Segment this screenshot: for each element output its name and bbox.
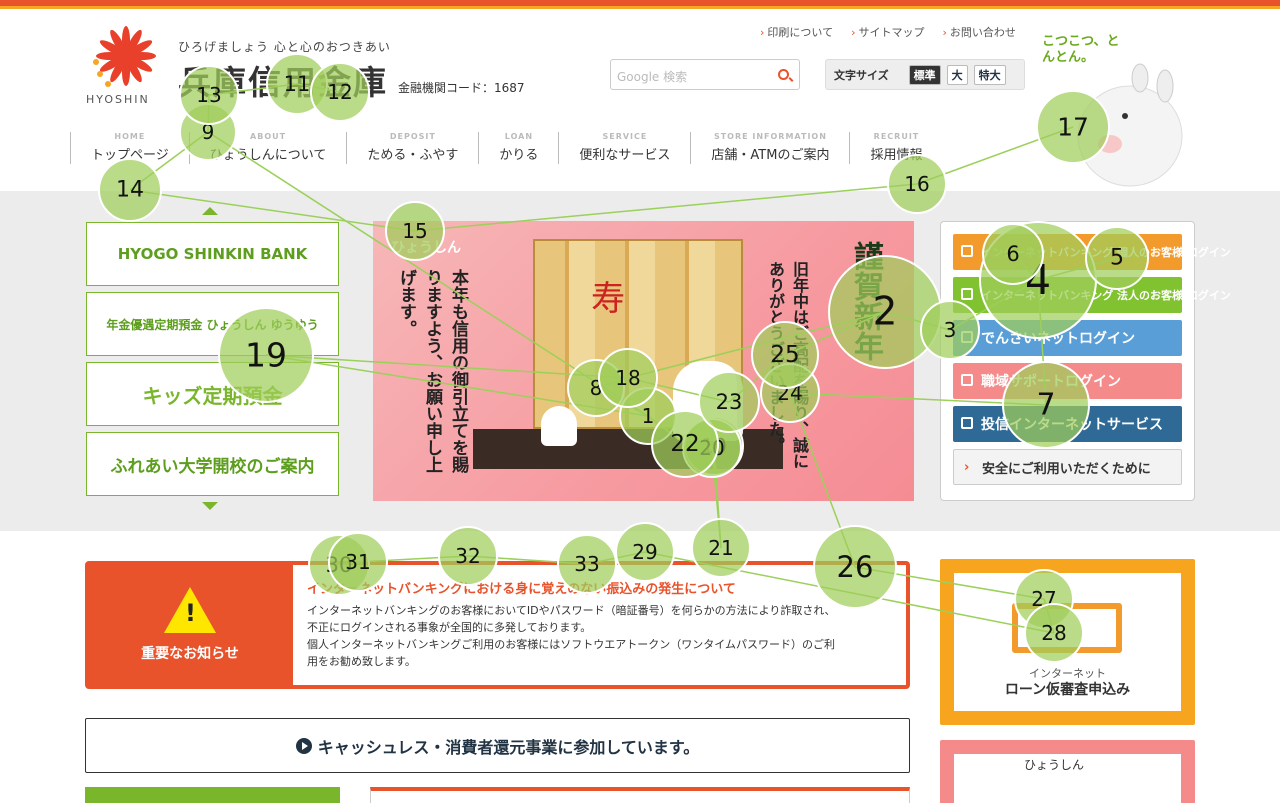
print-link[interactable]: › 印刷について bbox=[760, 24, 833, 40]
banner-fureai-university[interactable]: ふれあい大学開校のご案内 bbox=[86, 432, 339, 496]
piggy-bank-mascot bbox=[1077, 63, 1183, 187]
banner-hyogo-shinkin-bank[interactable]: HYOGO SHINKIN BANK bbox=[86, 222, 339, 286]
notice-text-3: 個人インターネットバンキングご利用のお客様にはソフトウエアトークン（ワンタイムパ… bbox=[307, 638, 835, 651]
mouse-figurine-small bbox=[541, 406, 577, 446]
font-size-large-button[interactable]: 大 bbox=[946, 64, 968, 85]
hero-brand-tag: ひょうしん bbox=[391, 240, 461, 256]
marker-label: 21 bbox=[708, 536, 733, 560]
important-notice: ! 重要なお知らせ インターネットバンキングにおける身に覚えのない振込みの発生に… bbox=[85, 561, 910, 689]
nav-store-info[interactable]: STORE INFORMATION 店舗・ATMのご案内 bbox=[690, 132, 849, 164]
bank-name-logotype[interactable]: 兵庫信用金庫 bbox=[178, 56, 388, 104]
top-accent-bar bbox=[0, 0, 1280, 9]
nav-deposit[interactable]: DEPOSIT ためる・ふやす bbox=[346, 132, 478, 164]
cashless-campaign-link[interactable]: キャッシュレス・消費者還元事業に参加しています。 bbox=[85, 718, 910, 773]
lock-icon bbox=[961, 374, 973, 386]
hero-kanji: 寿 bbox=[591, 279, 625, 319]
font-size-label: 文字サイズ bbox=[834, 68, 889, 82]
hero-new-year-image[interactable]: 寿 ひょうしん 本年も信用の御引立てを賜りますよう、お願い申し上げます。 旧年中… bbox=[373, 221, 914, 501]
densai-net-login-button[interactable]: でんさいネットログイン bbox=[953, 320, 1182, 356]
brand-latin-name: HYOSHIN bbox=[86, 93, 150, 106]
hero-greeting: 謹賀新年 bbox=[848, 241, 883, 361]
nav-service[interactable]: SERVICE 便利なサービス bbox=[558, 132, 690, 164]
notice-headline-link[interactable]: インターネットバンキングにおける身に覚えのない振込みの発生について bbox=[307, 581, 892, 598]
contact-link[interactable]: › お問い合わせ bbox=[942, 24, 1015, 40]
notice-text-1: インターネットバンキングのお客様においてIDやパスワード（暗証番号）を何らかの方… bbox=[307, 604, 836, 617]
mouse-figurine-large bbox=[673, 361, 743, 441]
banner-kids-deposit[interactable]: キッズ定期預金 bbox=[86, 362, 339, 426]
notice-icon-area: ! 重要なお知らせ bbox=[85, 561, 295, 689]
investment-trust-service-button[interactable]: 投信インターネットサービス bbox=[953, 406, 1182, 442]
news-tabs[interactable] bbox=[370, 787, 910, 803]
hyoshin-promo-banner[interactable]: ひょうしん bbox=[940, 740, 1195, 803]
chevron-right-icon: › bbox=[760, 26, 765, 39]
notice-title: 重要なお知らせ bbox=[141, 646, 239, 662]
search-input[interactable]: Google 検索 bbox=[610, 59, 800, 90]
computer-monitor-icon bbox=[1012, 603, 1122, 653]
font-size-xlarge-button[interactable]: 特大 bbox=[973, 64, 1006, 85]
notice-text-4: 用をお勧め致します。 bbox=[307, 655, 416, 668]
lock-icon bbox=[961, 331, 973, 343]
warning-icon: ! bbox=[164, 587, 216, 633]
search-icon[interactable] bbox=[778, 69, 789, 80]
chevron-right-icon: › bbox=[964, 459, 970, 475]
promo-banner-label: ひょうしん bbox=[1024, 758, 1085, 772]
nav-loan[interactable]: LOAN かりる bbox=[478, 132, 558, 164]
chevron-right-icon: › bbox=[851, 26, 856, 39]
loan-banner-line2: ローン仮審査申込み bbox=[1004, 682, 1131, 698]
tagline: ひろげましょう 心と心のおつきあい bbox=[178, 40, 391, 54]
lock-icon bbox=[961, 245, 973, 257]
scroll-down-arrow-icon[interactable] bbox=[202, 502, 218, 510]
notice-body: インターネットバンキングにおける身に覚えのない振込みの発生について インターネッ… bbox=[293, 565, 906, 685]
font-size-normal-button[interactable]: 標準 bbox=[908, 64, 941, 85]
hero-message: 本年も信用の御引立てを賜りますよう、お願い申し上げます。 bbox=[396, 269, 468, 473]
personal-ib-login-button[interactable]: インターネットバンキング 個人のお客様 ログイン bbox=[953, 234, 1231, 270]
security-guide-button[interactable]: › 安全にご利用いただくために bbox=[953, 449, 1182, 485]
corporate-ib-login-button[interactable]: インターネットバンキング 法人のお客様 ログイン bbox=[953, 277, 1231, 313]
notice-text-2: 不正にログインされる事象が全国的に多発しております。 bbox=[307, 621, 592, 634]
utility-links: › 印刷について › サイトマップ › お問い合わせ bbox=[760, 24, 1016, 40]
search-placeholder: Google 検索 bbox=[617, 70, 688, 84]
loan-application-banner[interactable]: インターネット ローン仮審査申込み bbox=[940, 559, 1195, 725]
bank-code: 金融機関コード：1687 bbox=[398, 81, 525, 95]
banner-pension-deposit[interactable]: 年金優遇定期預金 ひょうしん ゆうゆう bbox=[86, 292, 339, 356]
nav-home[interactable]: HOME トップページ bbox=[70, 132, 189, 164]
nav-about[interactable]: ABOUT ひょうしんについて bbox=[188, 132, 347, 164]
promo-banner-inner: ひょうしん bbox=[954, 754, 1181, 803]
scroll-up-arrow-icon[interactable] bbox=[202, 207, 218, 215]
sitemap-link[interactable]: › サイトマップ bbox=[851, 24, 924, 40]
workplace-support-login-button[interactable]: 職域サポートログイン bbox=[953, 363, 1182, 399]
play-circle-icon bbox=[295, 737, 312, 754]
lock-icon bbox=[961, 417, 973, 429]
hyoshin-flower-logo bbox=[93, 26, 156, 87]
global-nav: HOME トップページ ABOUT ひょうしんについて DEPOSIT ためる・ふやす… bbox=[70, 132, 942, 164]
cashless-text: キャッシュレス・消費者還元事業に参加しています。 bbox=[317, 737, 700, 757]
hero-sub-message: 旧年中はご高配を賜り、誠にありがとうございました。 bbox=[766, 261, 809, 469]
login-panel: インターネットバンキング 個人のお客様 ログイン インターネットバンキング 法人… bbox=[940, 221, 1231, 501]
green-section-tab[interactable] bbox=[85, 787, 340, 803]
font-size-switcher: 文字サイズ 標準 大 特大 bbox=[825, 59, 1025, 90]
loan-banner-inner: インターネット ローン仮審査申込み bbox=[954, 573, 1181, 711]
page: { "header": { "brand_latin": "HYOSHIN", … bbox=[0, 0, 1280, 803]
lock-icon bbox=[961, 288, 973, 300]
nav-recruit[interactable]: RECRUIT 採用情報 bbox=[849, 132, 942, 164]
chevron-right-icon: › bbox=[942, 26, 947, 39]
